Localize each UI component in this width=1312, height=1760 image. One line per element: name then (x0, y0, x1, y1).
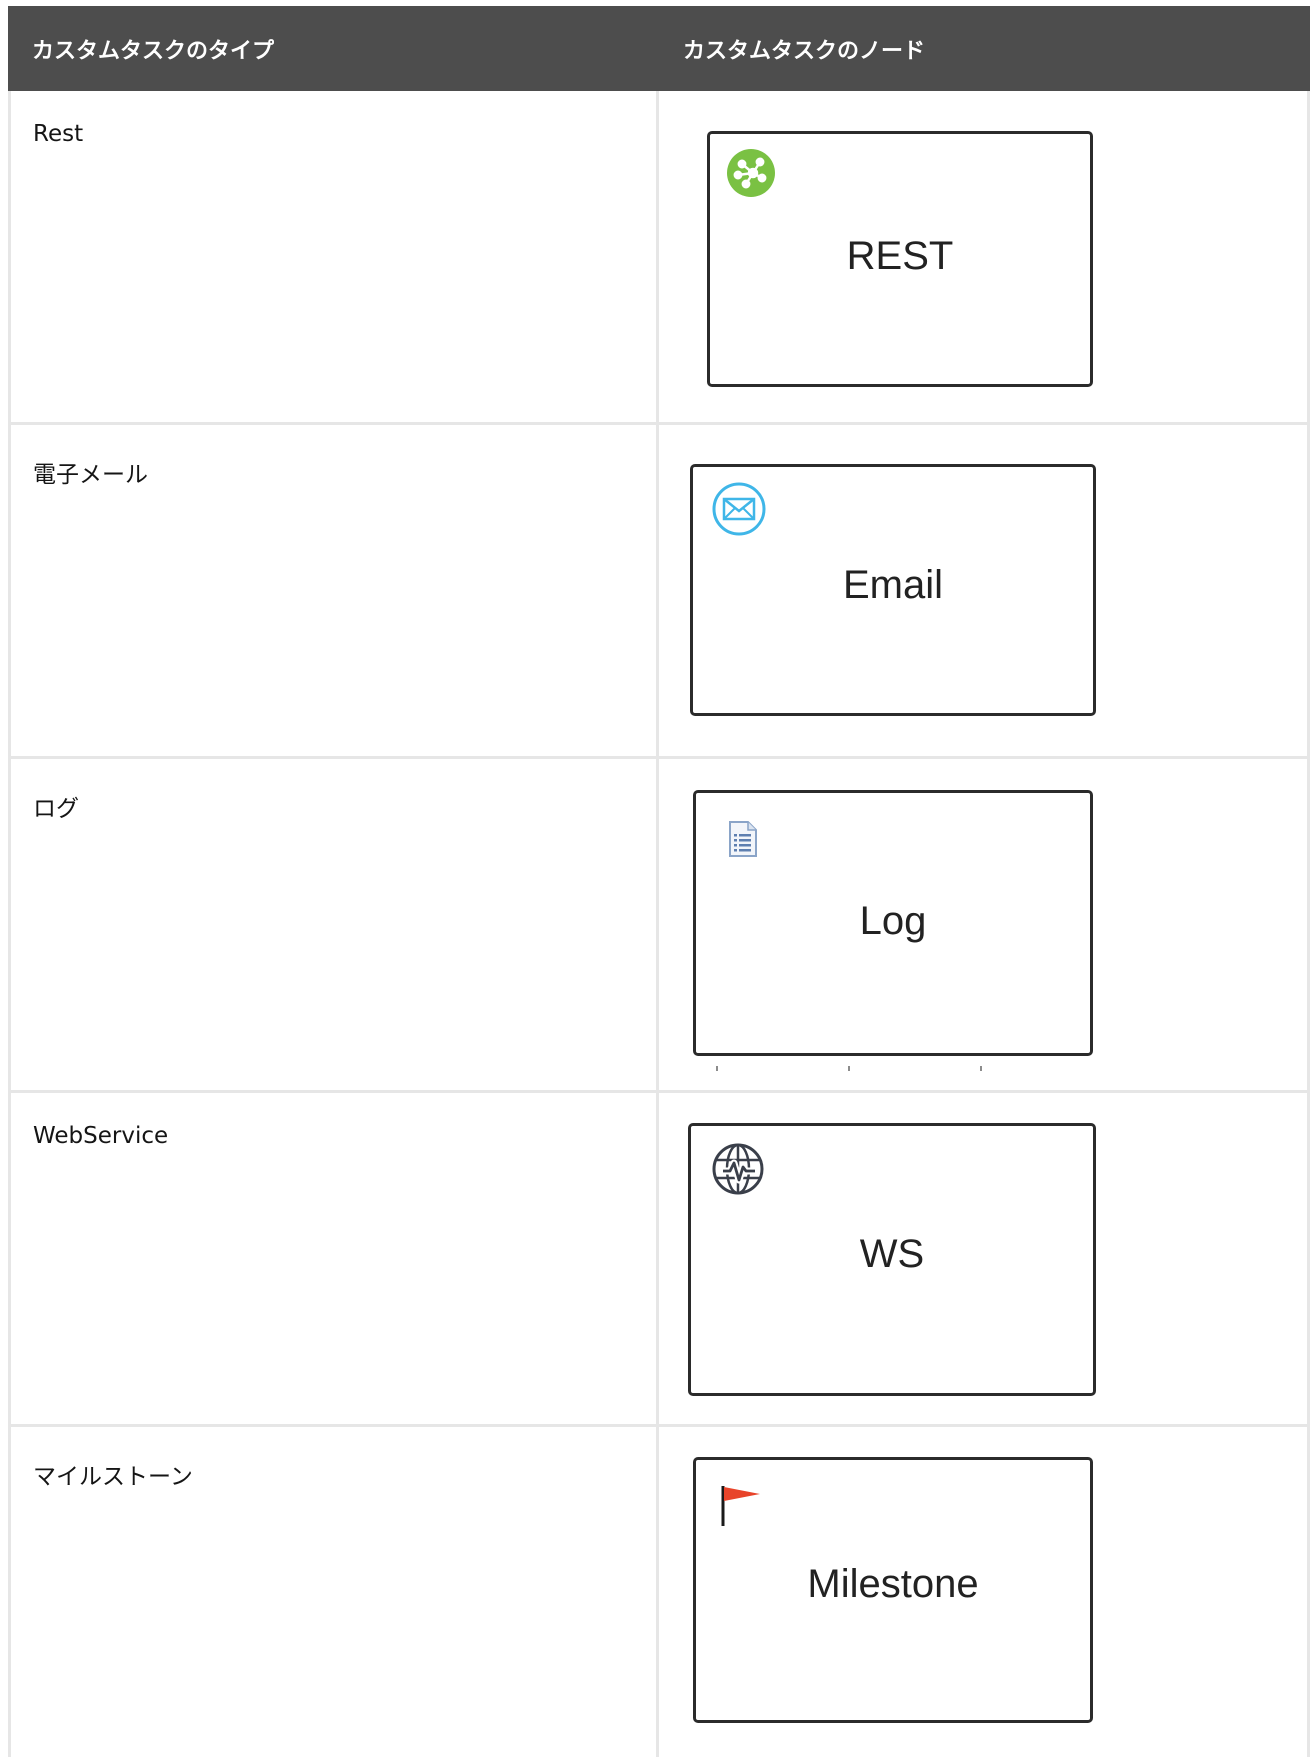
envelope-icon (711, 481, 766, 536)
node-label: REST (846, 234, 954, 278)
task-node-cell: Log (659, 759, 1310, 1090)
table-row: Rest REST (8, 91, 1310, 425)
milestone-task-node: Milestone (693, 1457, 1093, 1723)
node-label: WS (859, 1232, 925, 1276)
globe-pulse-icon (711, 1142, 764, 1195)
rest-task-node: REST (707, 131, 1093, 387)
task-node-cell: Milestone (659, 1427, 1310, 1757)
node-label: Log (859, 899, 927, 943)
header-task-node: カスタムタスクのノード (683, 38, 926, 64)
task-node-cell: REST (659, 91, 1310, 422)
task-node-cell: WS (659, 1093, 1310, 1424)
document-list-icon (728, 821, 758, 857)
node-label: Milestone (807, 1562, 979, 1606)
table-row: ログ Log (8, 759, 1310, 1093)
table-row: WebService WS (8, 1093, 1310, 1427)
table-header: カスタムタスクのタイプ カスタムタスクのノード (8, 6, 1310, 91)
rest-network-icon (726, 148, 776, 198)
task-type-cell: ログ (8, 759, 659, 1090)
task-type-cell: 電子メール (8, 425, 659, 756)
task-type-cell: WebService (8, 1093, 659, 1424)
email-task-node: Email (690, 464, 1096, 716)
table-row: 電子メール Email (8, 425, 1310, 759)
table-row: マイルストーン Milestone (8, 1427, 1310, 1757)
task-type-cell: マイルストーン (8, 1427, 659, 1757)
flag-icon (720, 1484, 764, 1528)
node-tick-marks (715, 1057, 982, 1071)
node-label: Email (842, 563, 944, 607)
task-type-cell: Rest (8, 91, 659, 422)
webservice-task-node: WS (688, 1123, 1096, 1396)
custom-task-table: カスタムタスクのタイプ カスタムタスクのノード Rest REST 電子メール … (8, 6, 1310, 1757)
log-task-node: Log (693, 790, 1093, 1056)
header-task-type: カスタムタスクのタイプ (32, 38, 275, 64)
task-node-cell: Email (659, 425, 1310, 756)
